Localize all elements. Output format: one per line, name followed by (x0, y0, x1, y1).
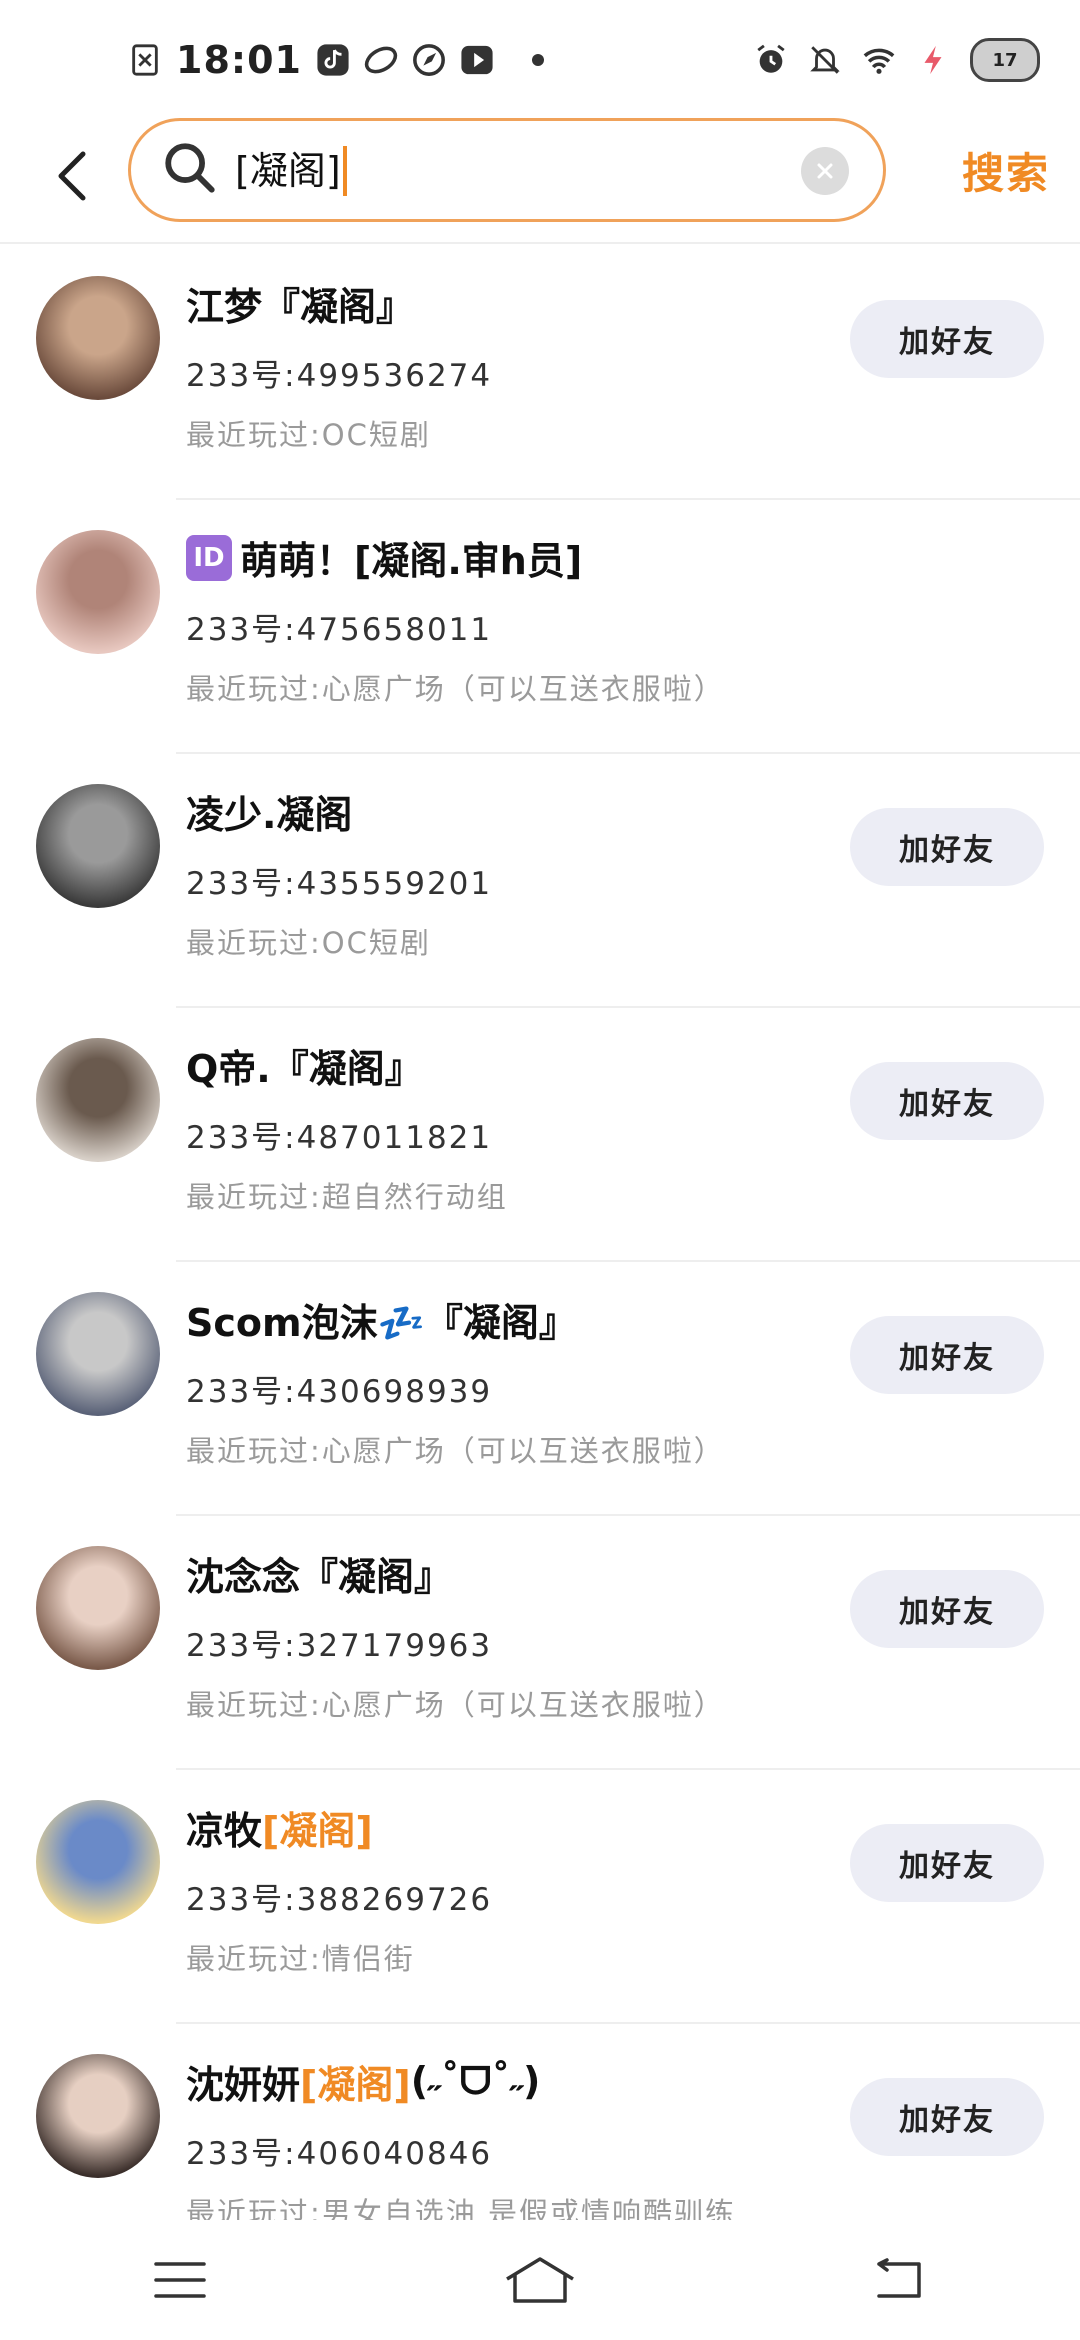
close-icon (817, 163, 833, 179)
add-friend-button[interactable]: 加好友 (850, 808, 1044, 886)
nav-home-button[interactable] (500, 2250, 580, 2310)
user-name-text: 萌萌！[凝阁.审h员] (240, 539, 583, 583)
user-name-text: 江梦『凝阁』 (186, 285, 415, 329)
add-friend-button[interactable]: 加好友 (850, 2078, 1044, 2156)
notification-dot (531, 54, 544, 66)
user-id: 233号:406040846 (186, 2136, 493, 2172)
text-caret (342, 146, 347, 196)
recent-played: 最近玩过:OC短剧 (186, 926, 431, 960)
play-icon (461, 45, 493, 75)
result-list: 江梦『凝阁』 233号:499536274 最近玩过:OC短剧 加好友 ID 萌萌！[凝阁… (0, 246, 1080, 2278)
back-button[interactable] (38, 136, 104, 216)
close-box-icon (132, 44, 158, 76)
add-friend-button[interactable]: 加好友 (850, 1316, 1044, 1394)
back-icon (877, 2258, 921, 2298)
user-id: 233号:487011821 (186, 1120, 493, 1156)
avatar[interactable] (36, 1292, 160, 1416)
search-query-text: [凝阁] (235, 149, 341, 193)
user-id: 233号:475658011 (186, 612, 493, 648)
user-name-text: 凉牧 (186, 1809, 263, 1853)
bili-icon (364, 46, 398, 74)
tiktok-icon (317, 44, 349, 76)
user-id: 233号:430698939 (186, 1374, 493, 1410)
user-name: ID 萌萌！[凝阁.审h员] (186, 530, 582, 585)
add-friend-button[interactable]: 加好友 (850, 1824, 1044, 1902)
user-name: 沈妍妍 [凝阁] (˶˚ᗜ˚˶) (186, 2054, 540, 2109)
menu-icon (154, 2262, 206, 2298)
status-left: 18:01 (128, 34, 544, 86)
user-id: 233号:435559201 (186, 866, 493, 902)
add-friend-button[interactable]: 加好友 (850, 1570, 1044, 1648)
result-row[interactable]: Q帝.『凝阁』 233号:487011821 最近玩过:超自然行动组 加好友 (0, 1008, 1080, 1262)
avatar[interactable] (36, 784, 160, 908)
recent-played: 最近玩过:OC短剧 (186, 418, 431, 452)
compass-icon (413, 44, 445, 76)
id-badge: ID (186, 534, 232, 581)
recent-played: 最近玩过:超自然行动组 (186, 1180, 508, 1214)
result-row[interactable]: 江梦『凝阁』 233号:499536274 最近玩过:OC短剧 加好友 (0, 246, 1080, 500)
search-button[interactable]: 搜索 (962, 140, 1050, 201)
home-icon (506, 2257, 574, 2303)
avatar[interactable] (36, 1800, 160, 1924)
search-query: [凝阁] (235, 145, 347, 197)
avatar[interactable] (36, 530, 160, 654)
avatar[interactable] (36, 1038, 160, 1162)
clear-search-button[interactable] (801, 147, 849, 195)
alarm-icon (757, 44, 785, 73)
user-name-suffix: (˶˚ᗜ˚˶) (410, 2059, 541, 2103)
status-time: 18:01 (176, 38, 302, 82)
result-row[interactable]: ID 萌萌！[凝阁.审h员] 233号:475658011 最近玩过:心愿广场（可以互… (0, 500, 1080, 754)
user-name: Q帝.『凝阁』 (186, 1038, 423, 1093)
user-name-text: Scom泡沫💤『凝阁』 (186, 1301, 577, 1345)
user-name-highlight: [凝阁] (300, 2063, 411, 2107)
result-row[interactable]: 沈念念『凝阁』 233号:327179963 最近玩过:心愿广场（可以互送衣服啦） 加… (0, 1516, 1080, 1770)
user-name-text: Q帝.『凝阁』 (186, 1047, 423, 1091)
recent-played: 最近玩过:心愿广场（可以互送衣服啦） (186, 1688, 725, 1722)
user-name: 江梦『凝阁』 (186, 276, 414, 331)
user-id: 233号:499536274 (186, 358, 493, 394)
user-name: 凉牧 [凝阁] (186, 1800, 373, 1855)
user-name: 沈念念『凝阁』 (186, 1546, 452, 1601)
mute-bell-icon (810, 46, 840, 74)
status-right: 17 (754, 34, 1040, 86)
avatar[interactable] (36, 276, 160, 400)
recent-played: 最近玩过:心愿广场（可以互送衣服啦） (186, 672, 725, 706)
recent-played: 最近玩过:心愿广场（可以互送衣服啦） (186, 1434, 725, 1468)
user-name: Scom泡沫💤『凝阁』 (186, 1292, 577, 1347)
wifi-icon (863, 48, 895, 74)
user-name-highlight: [凝阁] (262, 1809, 373, 1853)
user-name-text: 凌少.凝阁 (186, 793, 353, 837)
user-name-text: 沈念念『凝阁』 (186, 1555, 453, 1599)
system-nav-bar (0, 2220, 1080, 2340)
add-friend-button[interactable]: 加好友 (850, 300, 1044, 378)
avatar[interactable] (36, 1546, 160, 1670)
avatar[interactable] (36, 2054, 160, 2178)
battery-indicator: 17 (970, 38, 1040, 82)
result-row[interactable]: 凌少.凝阁 233号:435559201 最近玩过:OC短剧 加好友 (0, 754, 1080, 1008)
user-name-text: 沈妍妍 (186, 2063, 301, 2107)
status-bar: 18:01 17 (0, 0, 1080, 110)
search-header: [凝阁] 搜索 (0, 110, 1080, 244)
user-id: 233号:388269726 (186, 1882, 493, 1918)
result-row[interactable]: Scom泡沫💤『凝阁』 233号:430698939 最近玩过:心愿广场（可以互送衣… (0, 1262, 1080, 1516)
charging-icon (924, 45, 942, 75)
search-input[interactable]: [凝阁] (128, 118, 886, 222)
nav-menu-button[interactable] (140, 2250, 220, 2310)
chevron-left-icon (58, 151, 86, 201)
user-id: 233号:327179963 (186, 1628, 493, 1664)
add-friend-button[interactable]: 加好友 (850, 1062, 1044, 1140)
nav-back-button[interactable] (860, 2250, 940, 2310)
recent-played: 最近玩过:情侣街 (186, 1942, 415, 1976)
result-row[interactable]: 凉牧 [凝阁] 233号:388269726 最近玩过:情侣街 加好友 (0, 1770, 1080, 2024)
search-icon (165, 143, 215, 193)
user-name: 凌少.凝阁 (186, 784, 352, 839)
